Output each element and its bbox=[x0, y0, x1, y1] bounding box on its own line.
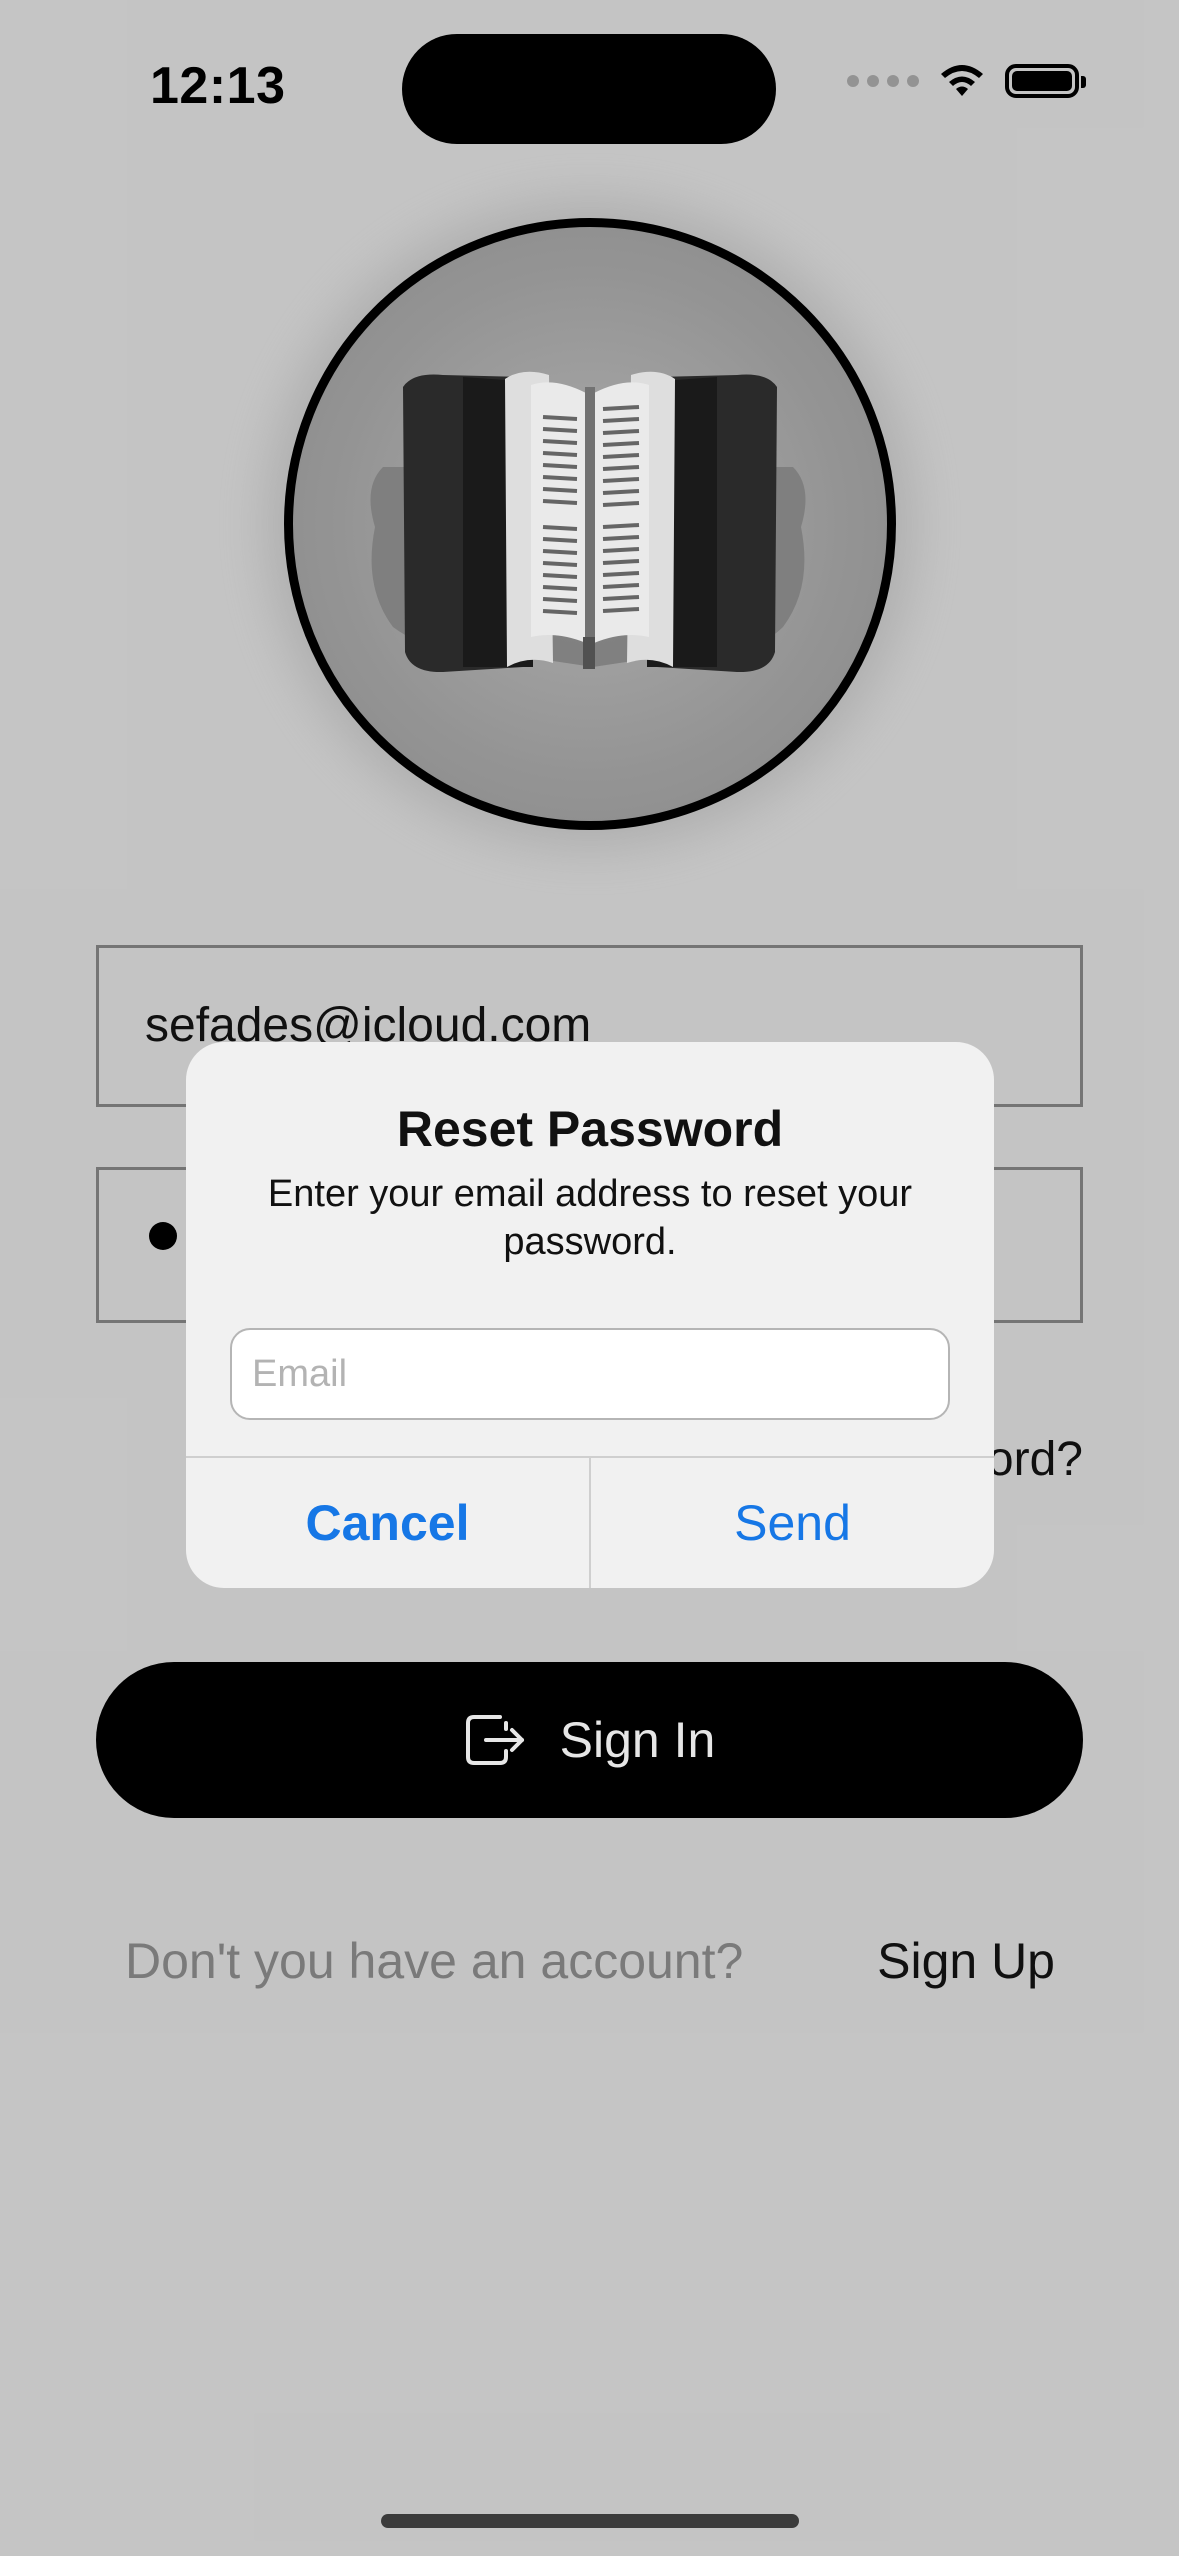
alert-title: Reset Password bbox=[396, 1101, 784, 1157]
home-indicator[interactable] bbox=[381, 2514, 799, 2528]
reset-email-input[interactable] bbox=[230, 1328, 950, 1420]
alert-message: Enter your email address to reset your p… bbox=[267, 1173, 913, 1263]
reset-password-alert: Reset Password Enter your email address … bbox=[186, 1042, 994, 1588]
cancel-button[interactable]: Cancel bbox=[186, 1458, 589, 1588]
send-button[interactable]: Send bbox=[591, 1458, 994, 1588]
login-screen: 12:13 sefades@icloud.com ord? Sign In Do… bbox=[0, 0, 1179, 2556]
